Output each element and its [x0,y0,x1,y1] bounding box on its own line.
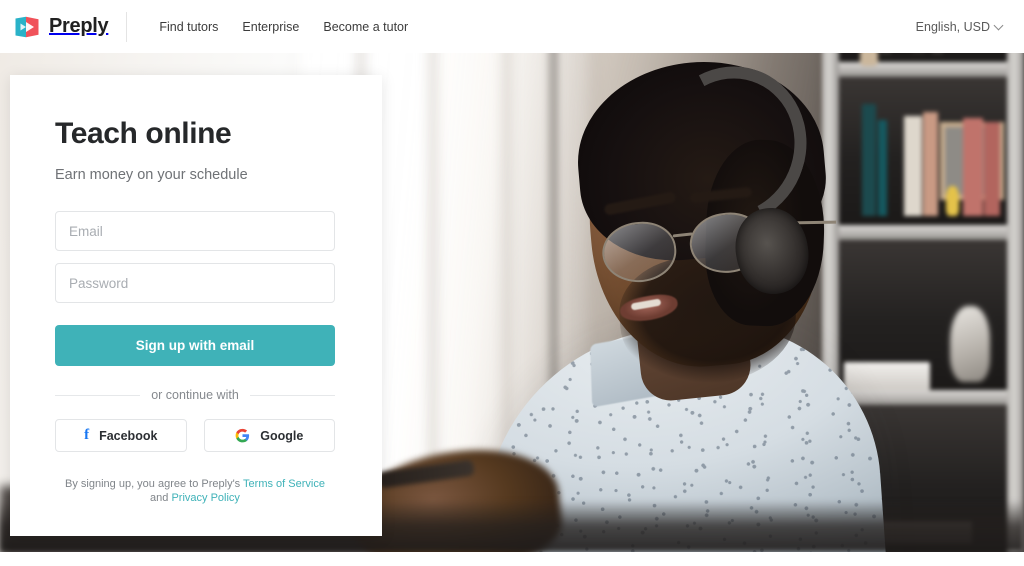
brand-name: Preply [49,15,109,37]
terms-of-service-link[interactable]: Terms of Service [243,478,325,490]
language-currency-label: English, USD [915,19,990,34]
terms-middle: and [150,492,172,505]
privacy-policy-link[interactable]: Privacy Policy [171,492,239,504]
google-icon [235,428,250,443]
divider-line-right [249,394,335,396]
header-divider [126,11,128,42]
terms-disclaimer: By signing up, you agree to Preply's Ter… [55,477,335,506]
social-login-group: f Facebook Google [55,419,335,452]
password-input[interactable] [55,263,335,303]
site-header: Preply Find tutors Enterprise Become a t… [0,0,1024,53]
terms-prefix: By signing up, you agree to Preply's [65,478,244,490]
page-bottom-strip [0,552,1024,566]
facebook-login-button[interactable]: f Facebook [55,419,187,452]
email-input[interactable] [55,211,335,251]
nav-find-tutors[interactable]: Find tutors [159,20,218,34]
chevron-down-icon [993,20,1004,30]
divider-label: or continue with [151,388,239,402]
google-login-button[interactable]: Google [203,419,335,452]
page-subtitle: Earn money on your schedule [55,167,248,183]
facebook-icon: f [84,427,90,443]
facebook-label: Facebook [99,428,158,443]
signup-with-email-button[interactable]: Sign up with email [55,325,335,366]
nav-become-a-tutor[interactable]: Become a tutor [323,20,408,34]
language-currency-selector[interactable]: English, USD [915,19,1004,34]
signup-card: Teach online Earn money on your schedule… [10,75,382,536]
nav-enterprise[interactable]: Enterprise [242,20,299,34]
page-root: Preply Find tutors Enterprise Become a t… [0,0,1024,566]
google-label: Google [260,428,304,443]
divider-line-left [55,394,141,396]
primary-nav: Find tutors Enterprise Become a tutor [159,20,408,34]
page-title: Teach online [55,117,232,150]
preply-logo-icon [14,16,40,38]
social-divider: or continue with [55,388,335,402]
logo-link[interactable]: Preply [14,15,109,38]
